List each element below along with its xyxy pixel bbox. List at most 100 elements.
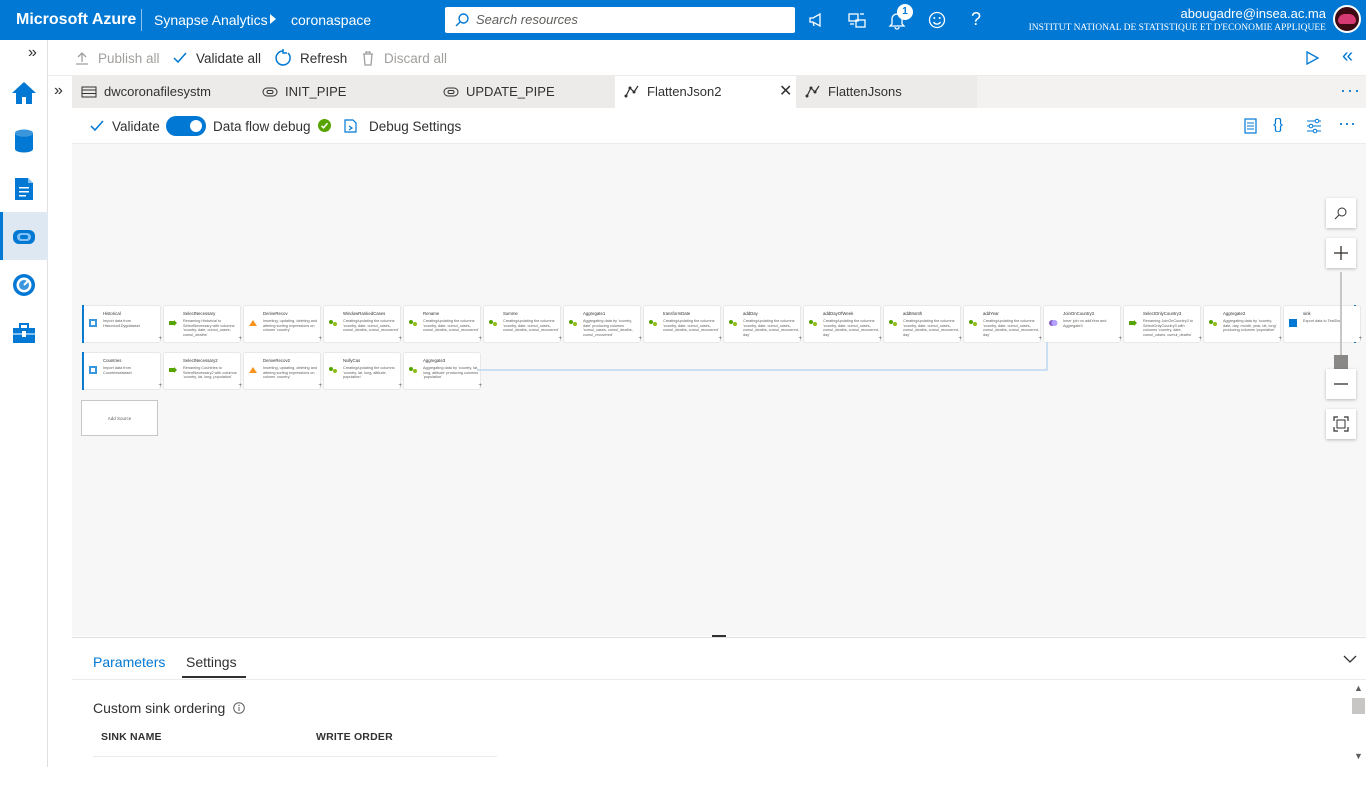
scroll-thumb[interactable] [1352, 698, 1365, 714]
properties-sliders-icon[interactable] [1306, 118, 1322, 134]
zoom-out-button[interactable] [1326, 369, 1356, 399]
tab-settings[interactable]: Settings [186, 654, 237, 670]
flow-node-name: Aggregate3 [423, 358, 446, 363]
discard-all-button[interactable]: Discard all [360, 50, 447, 66]
collapse-panel-chevron-icon[interactable] [1343, 654, 1357, 664]
panel-scrollbar[interactable]: ▲ ▼ [1351, 681, 1366, 766]
expand-nav-icon[interactable]: » [28, 44, 37, 62]
collapse-pane-icon[interactable]: « [1342, 45, 1353, 68]
nav-data[interactable] [0, 116, 48, 164]
add-transform-plus-icon[interactable]: + [398, 383, 402, 389]
help-icon[interactable]: ? [971, 9, 981, 30]
flow-node[interactable]: addDay Creating/updating the columns 'cou… [724, 306, 802, 342]
home-icon [12, 82, 36, 104]
flow-node-description: Creating/updating the columns 'country, … [823, 319, 879, 337]
zoom-slider-thumb[interactable] [1334, 355, 1348, 369]
flow-node[interactable]: Aggregate2 Aggregating data by 'country, … [1204, 306, 1282, 342]
tab-update-pipe[interactable]: UPDATE_PIPE [434, 76, 615, 108]
flow-node[interactable]: SelectOnlyCountry3 Renaming JoinOnCountry… [1124, 306, 1202, 342]
flow-node[interactable]: addMonth Creating/updating the columns 'c… [884, 306, 962, 342]
add-transform-plus-icon[interactable]: + [238, 383, 242, 389]
flow-node[interactable]: Countries Import data from Countriesdatas… [84, 353, 162, 389]
expand-resources-icon[interactable]: » [48, 76, 72, 108]
add-transform-plus-icon[interactable]: + [1358, 336, 1362, 342]
flow-node[interactable]: Aggregate3 Aggregating data by 'country, … [404, 353, 482, 389]
debug-toggle[interactable] [166, 116, 206, 136]
divider [93, 756, 497, 757]
flow-node[interactable]: JoinOnCountry3 Inner join on addYear and … [1044, 306, 1122, 342]
select-icon [169, 367, 177, 373]
publish-all-button[interactable]: Publish all [74, 50, 160, 66]
refresh-button[interactable]: Refresh [274, 49, 347, 67]
flow-node[interactable]: NullyCas Creating/updating the columns 'c… [324, 353, 402, 389]
flow-node[interactable]: SelectNecessary2 Renaming Countries to Se… [164, 353, 242, 389]
flow-node[interactable]: Rename Creating/updating the columns 'cou… [404, 306, 482, 342]
flow-node[interactable]: addYear Creating/updating the columns 'co… [964, 306, 1042, 342]
tab-flattenjsons[interactable]: FlattenJsons [796, 76, 977, 108]
breadcrumb-service[interactable]: Synapse Analytics [154, 12, 268, 28]
nav-manage[interactable] [0, 308, 48, 356]
flow-node[interactable]: DeriveRecov2 Inserting, updating, deletin… [244, 353, 322, 389]
checkmark-icon [90, 120, 104, 132]
add-transform-plus-icon[interactable]: + [1198, 336, 1202, 342]
flow-node[interactable]: Historical Import data from Historical1Dy… [84, 306, 162, 342]
flow-node-name: addDayOfWeek [823, 311, 854, 316]
dataflow-canvas[interactable]: Historical Import data from Historical1Dy… [72, 144, 1366, 636]
add-transform-plus-icon[interactable]: + [158, 383, 162, 389]
code-braces-icon[interactable]: {} [1273, 116, 1283, 133]
run-play-icon[interactable] [1304, 50, 1320, 66]
more-tabs-icon[interactable]: ··· [1340, 80, 1361, 101]
flow-node[interactable]: addDayOfWeek Creating/updating the column… [804, 306, 882, 342]
user-account[interactable]: abougadre@insea.ac.ma INSTITUT NATIONAL … [1029, 6, 1326, 33]
add-transform-plus-icon[interactable]: + [158, 336, 162, 342]
flow-node-name: transformDate [663, 311, 691, 316]
add-transform-plus-icon[interactable]: + [398, 336, 402, 342]
scroll-down-icon[interactable]: ▼ [1354, 751, 1363, 761]
breadcrumb-workspace[interactable]: coronaspace [291, 12, 371, 28]
canvas-search-button[interactable] [1326, 198, 1356, 228]
tab-flattenjson2[interactable]: FlattenJson2 ✕ [615, 76, 796, 108]
close-tab-icon[interactable]: ✕ [779, 76, 792, 108]
avatar[interactable] [1333, 5, 1361, 33]
select-icon [1129, 320, 1137, 326]
script-icon[interactable] [1242, 118, 1258, 134]
add-transform-plus-icon[interactable]: + [238, 336, 242, 342]
add-transform-plus-icon[interactable]: + [478, 383, 482, 389]
tab-init-pipe[interactable]: INIT_PIPE [253, 76, 434, 108]
flow-node[interactable]: transformDate Creating/updating the colum… [644, 306, 722, 342]
add-transform-plus-icon[interactable]: + [318, 383, 322, 389]
flow-node[interactable]: SelectNecessary Renaming Historical to Se… [164, 306, 242, 342]
debug-settings-button[interactable]: Debug Settings [369, 119, 461, 134]
flow-node[interactable]: Aggregate1 Aggregating data by 'country, … [564, 306, 642, 342]
tab-bar: » dwcoronafilesystm INIT_PIPE UPDATE_PIP… [48, 76, 1366, 108]
flow-node[interactable]: sink Export data to TestDw + [1284, 306, 1362, 342]
flow-node[interactable]: WindowRankedCases Creating/updating the c… [324, 306, 402, 342]
smiley-feedback-icon[interactable] [927, 10, 947, 30]
nav-develop[interactable] [0, 164, 48, 212]
flow-node[interactable]: DeriveRecov Inserting, updating, deleting… [244, 306, 322, 342]
user-email: abougadre@insea.ac.ma [1180, 6, 1326, 21]
tab-dwcoronafilesystm[interactable]: dwcoronafilesystm [72, 76, 253, 108]
search-box[interactable]: Search resources [445, 7, 795, 33]
nav-monitor[interactable] [0, 260, 48, 308]
database-icon [15, 129, 33, 153]
zoom-in-button[interactable] [1326, 238, 1356, 268]
info-icon[interactable] [233, 702, 245, 714]
add-transform-plus-icon[interactable]: + [318, 336, 322, 342]
add-source-button[interactable]: Add Source [81, 400, 158, 436]
add-transform-plus-icon[interactable]: + [1278, 336, 1282, 342]
azure-brand[interactable]: Microsoft Azure [16, 11, 136, 29]
zoom-to-fit-button[interactable] [1326, 409, 1356, 439]
directory-switch-icon[interactable] [847, 10, 867, 30]
add-transform-plus-icon[interactable]: + [1118, 336, 1122, 342]
flow-node[interactable]: Summe Creating/updating the columns 'coun… [484, 306, 562, 342]
nav-home[interactable] [0, 68, 48, 116]
feedback-megaphone-icon[interactable] [807, 10, 827, 30]
validate-button[interactable]: Validate [112, 119, 160, 134]
zoom-slider-track[interactable] [1340, 272, 1342, 368]
validate-all-button[interactable]: Validate all [172, 50, 261, 66]
tab-parameters[interactable]: Parameters [93, 654, 165, 670]
more-options-icon[interactable]: ··· [1338, 113, 1356, 134]
scroll-up-icon[interactable]: ▲ [1354, 683, 1363, 693]
nav-integrate[interactable] [0, 212, 48, 260]
